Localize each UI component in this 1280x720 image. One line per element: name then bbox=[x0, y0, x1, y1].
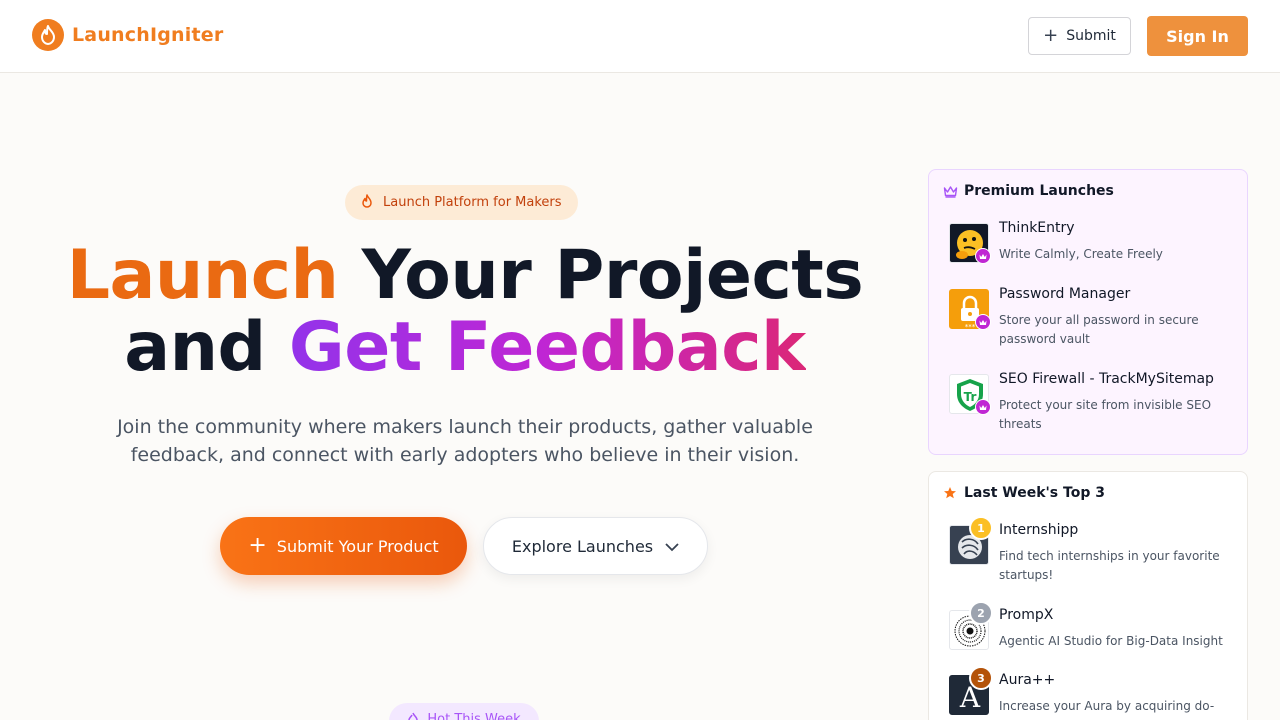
hot-badge-label: Hot This Week bbox=[427, 712, 521, 720]
rank-badge: 2 bbox=[969, 601, 993, 625]
chevron-down-icon bbox=[665, 537, 679, 556]
top-three-title: Last Week's Top 3 bbox=[964, 485, 1105, 501]
item-name: Password Manager bbox=[999, 286, 1131, 302]
hero-title-line1-rest: Your Projects bbox=[338, 236, 864, 315]
item-desc: Agentic AI Studio for Big-Data Insight bbox=[999, 634, 1223, 648]
product-logo: 2 bbox=[949, 601, 993, 650]
product-logo: 1 bbox=[949, 516, 993, 565]
plus-icon: + bbox=[1043, 25, 1059, 46]
svg-text:Tr: Tr bbox=[964, 390, 977, 404]
flame-icon bbox=[32, 19, 64, 51]
premium-launches-title: Premium Launches bbox=[964, 183, 1114, 199]
submit-button[interactable]: + Submit bbox=[1028, 17, 1131, 55]
premium-launches-header: Premium Launches bbox=[942, 183, 1114, 199]
hero-title-launch: Launch bbox=[66, 236, 339, 315]
top-three-card: Last Week's Top 3 1 Internshipp Find tec… bbox=[928, 471, 1248, 720]
item-name: PrompX bbox=[999, 607, 1054, 623]
hero-title-and: and bbox=[124, 308, 289, 387]
item-name: Internshipp bbox=[999, 522, 1079, 538]
item-desc: Protect your site from invisible SEO thr… bbox=[999, 398, 1212, 431]
premium-launches-card: Premium Launches ThinkEntry Write Calmly… bbox=[928, 169, 1248, 455]
submit-product-label: Submit Your Product bbox=[276, 536, 439, 556]
hot-this-week-badge: Hot This Week bbox=[389, 703, 539, 720]
item-name: Aura++ bbox=[999, 672, 1056, 688]
plus-icon: + bbox=[248, 533, 267, 558]
product-logo: A 3 bbox=[949, 666, 993, 715]
star-icon bbox=[942, 485, 958, 501]
top-nav: LaunchIgniter + Submit Sign In bbox=[0, 0, 1280, 73]
sign-in-button[interactable]: Sign In bbox=[1147, 16, 1248, 56]
svg-text:***: *** bbox=[965, 323, 976, 329]
shield-icon: Tr bbox=[949, 374, 991, 415]
top-three-header: Last Week's Top 3 bbox=[942, 485, 1105, 501]
explore-launches-label: Explore Launches bbox=[511, 536, 654, 556]
brand-name: LaunchIgniter bbox=[72, 24, 224, 46]
item-desc: Find tech internships in your favorite s… bbox=[999, 549, 1220, 582]
item-desc: Increase your Aura by acquiring do- bbox=[999, 699, 1215, 713]
explore-launches-button[interactable]: Explore Launches bbox=[483, 517, 708, 575]
submit-product-button[interactable]: + Submit Your Product bbox=[220, 517, 467, 575]
crown-icon bbox=[942, 183, 958, 199]
hero-subtitle: Join the community where makers launch t… bbox=[117, 416, 813, 466]
hero-title: Launch Your Projects and Get Feedback bbox=[0, 240, 930, 384]
premium-crown-icon bbox=[975, 314, 991, 330]
submit-label: Submit bbox=[1066, 28, 1116, 44]
item-name: SEO Firewall - TrackMySitemap bbox=[999, 371, 1214, 387]
hero-badge: Launch Platform for Makers bbox=[345, 185, 578, 220]
item-desc: Store your all password in secure passwo… bbox=[999, 313, 1199, 346]
rank-badge: 1 bbox=[969, 516, 993, 540]
trending-icon bbox=[407, 712, 419, 720]
hero-badge-label: Launch Platform for Makers bbox=[383, 195, 562, 210]
lock-icon: *** bbox=[949, 289, 991, 330]
brand-logo[interactable]: LaunchIgniter bbox=[32, 19, 223, 51]
premium-crown-icon bbox=[975, 248, 991, 264]
item-desc: Write Calmly, Create Freely bbox=[999, 247, 1163, 261]
rank-badge: 3 bbox=[969, 666, 993, 690]
flame-icon bbox=[361, 193, 373, 212]
premium-crown-icon bbox=[975, 399, 991, 415]
thinking-face-icon bbox=[949, 223, 991, 264]
hero-title-gradient: Get Feedback bbox=[288, 308, 806, 387]
item-name: ThinkEntry bbox=[999, 220, 1075, 236]
